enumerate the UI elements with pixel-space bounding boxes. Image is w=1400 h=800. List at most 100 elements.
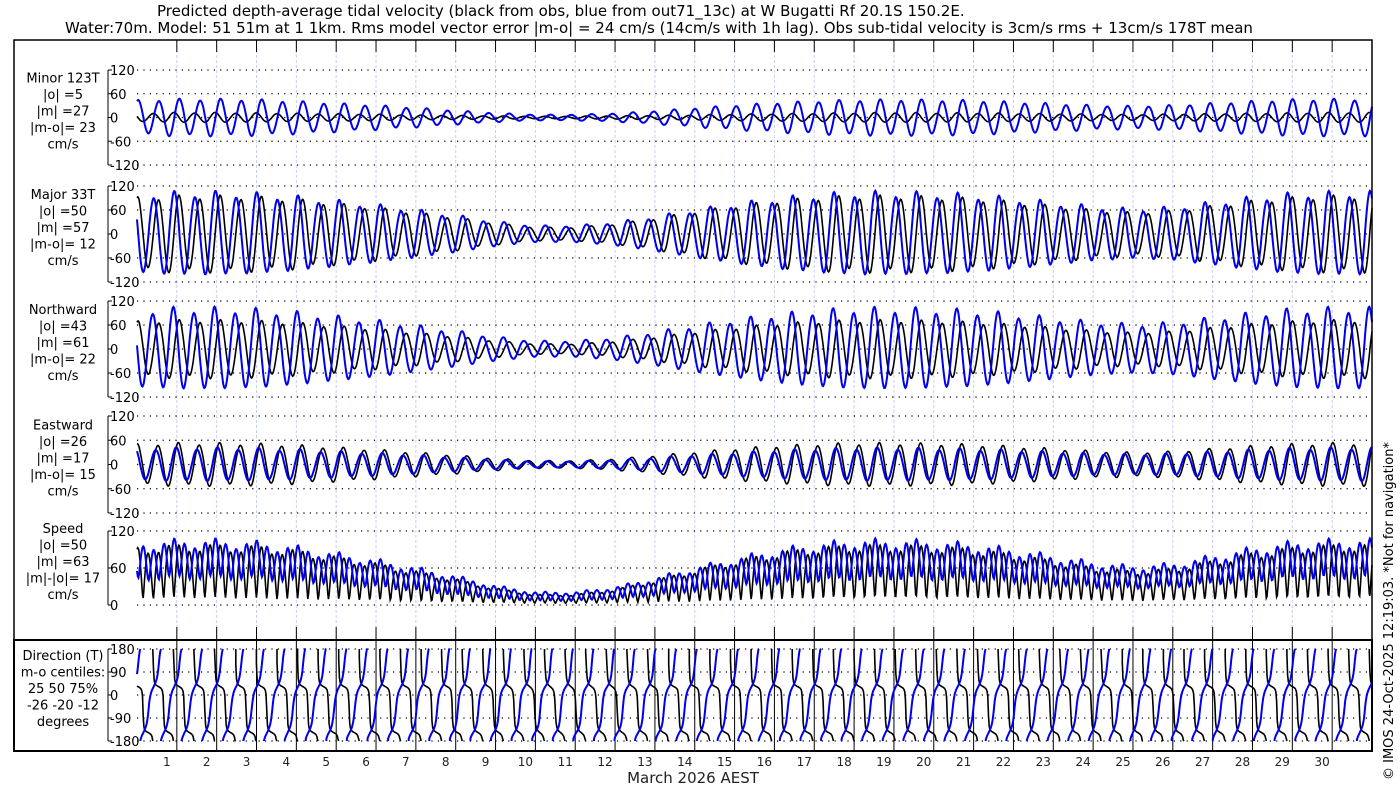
panel-minor: Minor 123T|o| =5 |m| =27|m-o|= 23 cm/s 120 6… (26, 64, 1373, 174)
panel-title: Northward (29, 303, 97, 318)
panel-stat: |o| =50 (39, 205, 87, 220)
day-tick-label: 19 (876, 755, 891, 769)
panel-north: Northward |o| =43|m| =61 |m-o|= 22cm/s 120 6… (29, 295, 1373, 406)
panel-title: Direction (T) (23, 649, 104, 664)
panels-layer: Minor 123T|o| =5 |m| =27|m-o|= 23 cm/s 120 6… (21, 64, 1373, 750)
day-tick-label: 29 (1275, 755, 1290, 769)
panel-speed: Speed |o| =50|m| =63 |m|-|o|= 17cm/s 120 60 0 (26, 522, 1373, 614)
y-tick-label: 120 (110, 410, 135, 425)
day-tick-label: 30 (1315, 755, 1330, 769)
tidal-velocity-figure: Predicted depth-average tidal velocity (… (13, 2, 1397, 787)
y-tick-label: 120 (110, 64, 135, 79)
y-tick-label: 0 (110, 459, 118, 474)
y-tick-label: -90 (110, 712, 131, 727)
day-tick-label: 2 (203, 755, 211, 769)
y-tick-label: 0 (110, 599, 118, 614)
day-tick-label: 26 (1155, 755, 1170, 769)
panel-stat: |m|-|o|= 17 (26, 572, 100, 587)
panel-stat: |m-o|= 23 (30, 121, 96, 136)
panel-stat: cm/s (48, 138, 79, 153)
day-tick-label: 14 (677, 755, 692, 769)
panel-stat: cm/s (48, 588, 79, 603)
panel-stat: |o| =43 (39, 320, 87, 335)
panel-stat: |m| =61 (37, 336, 90, 351)
y-tick-label: -120 (110, 276, 140, 291)
y-tick-label: -120 (110, 507, 140, 522)
day-tick-label: 17 (797, 755, 812, 769)
day-tick-label: 27 (1195, 755, 1210, 769)
day-tick-label: 25 (1115, 755, 1130, 769)
day-tick-label: 23 (1036, 755, 1051, 769)
day-tick-label: 21 (956, 755, 971, 769)
day-axis: 1 2 3 4 5 6 7 8 9 10 11 12 13 14 15 16 17 18 19 20 21 22 23 24 2… (163, 755, 1330, 769)
day-tick-label: 1 (163, 755, 171, 769)
panel-stat: |o| =5 (43, 88, 83, 103)
y-tick-label: 0 (110, 112, 118, 127)
panel-stat: |m-o|= 22 (30, 353, 96, 368)
y-tick-label: 60 (110, 88, 127, 103)
day-tick-label: 6 (362, 755, 370, 769)
panel-major: Major 33T |o| =50|m| =57 |m-o|= 12cm/s 120 6… (30, 180, 1373, 291)
day-tick-label: 13 (637, 755, 652, 769)
panel-stat: cm/s (48, 485, 79, 500)
y-tick-label: -60 (110, 483, 131, 498)
day-tick-label: 9 (482, 755, 490, 769)
y-tick-label: 120 (110, 295, 135, 310)
panel-stat: cm/s (48, 369, 79, 384)
day-tick-label: 22 (996, 755, 1011, 769)
day-tick-label: 24 (1075, 755, 1090, 769)
y-tick-label: 60 (110, 434, 127, 449)
y-tick-label: 90 (110, 666, 127, 681)
panel-stat: |m| =63 (37, 555, 90, 570)
y-tick-label: -120 (110, 159, 140, 174)
copyright-note: © IMOS 24-Oct-2025 12:19:03. *Not for na… (1382, 442, 1397, 780)
panel-dir: Direction (T) m-o centiles:25 50 75% -26 -… (21, 643, 1373, 750)
y-tick-label: 180 (110, 643, 135, 658)
y-tick-label: 0 (110, 689, 118, 704)
day-tick-label: 5 (322, 755, 330, 769)
y-tick-label: 60 (110, 562, 127, 577)
y-tick-label: 60 (110, 319, 127, 334)
day-tick-label: 4 (283, 755, 291, 769)
y-tick-label: 120 (110, 525, 135, 540)
y-tick-label: -120 (110, 391, 140, 406)
panel-stat: -26 -20 -12 (27, 699, 99, 714)
panel-stat: cm/s (48, 254, 79, 269)
day-tick-label: 12 (597, 755, 612, 769)
model-series-speed (136, 536, 1373, 603)
panel-stat: |m-o|= 12 (30, 238, 96, 253)
y-tick-label: -180 (110, 735, 140, 750)
y-tick-label: -60 (110, 135, 131, 150)
panel-stat: degrees (37, 715, 90, 730)
day-tick-label: 7 (402, 755, 410, 769)
panel-stat: |m| =27 (37, 105, 90, 120)
panel-stat: 25 50 75% (28, 682, 98, 697)
panel-title: Eastward (33, 419, 93, 434)
day-tick-label: 28 (1235, 755, 1250, 769)
day-tick-label: 20 (916, 755, 931, 769)
y-tick-label: -60 (110, 367, 131, 382)
day-tick-label: 3 (243, 755, 251, 769)
chart-title-line2: Water:70m. Model: 51 51m at 1 1km. Rms m… (65, 19, 1253, 37)
panel-stat: |m| =57 (37, 221, 90, 236)
y-tick-label: -60 (110, 252, 131, 267)
y-tick-label: 60 (110, 204, 127, 219)
panel-stat: |o| =26 (39, 435, 87, 450)
y-tick-label: 0 (110, 343, 118, 358)
day-tick-label: 10 (518, 755, 533, 769)
panel-stat: |o| =50 (39, 539, 87, 554)
day-tick-label: 18 (836, 755, 851, 769)
x-axis-label: March 2026 AEST (627, 769, 760, 787)
panel-stat: |m-o|= 15 (30, 468, 96, 483)
y-tick-label: 120 (110, 180, 135, 195)
panel-title: Speed (43, 522, 84, 537)
grid-layer (176, 40, 1333, 751)
panel-stat: m-o centiles: (21, 666, 106, 681)
model-series-north (136, 304, 1373, 390)
day-tick-label: 11 (558, 755, 573, 769)
y-tick-label: 0 (110, 228, 118, 243)
model-series-major (136, 189, 1373, 276)
day-tick-label: 15 (717, 755, 732, 769)
panel-title: Minor 123T (26, 72, 99, 87)
panel-east: Eastward|o| =26 |m| =17|m-o|= 15 cm/s 120 60… (30, 410, 1373, 522)
